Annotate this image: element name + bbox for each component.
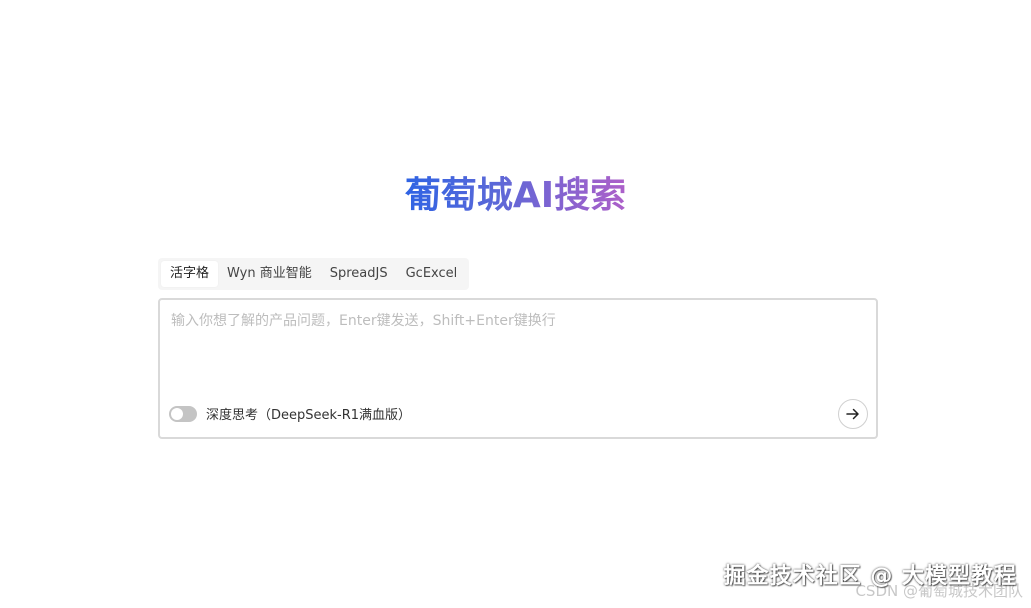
tab-wyn[interactable]: Wyn 商业智能 [218,261,321,287]
arrow-right-icon [846,408,859,420]
juejin-watermark: 掘金技术社区 @ 大模型教程 [723,564,1017,589]
title-container: 葡萄城AI搜索 [0,172,1031,220]
deep-think-option: 深度思考（DeepSeek-R1满血版） [169,404,411,423]
toggle-knob [171,407,183,420]
page-title: 葡萄城AI搜索 [405,172,626,220]
search-input[interactable] [171,310,861,380]
deep-think-toggle[interactable] [169,405,197,422]
product-tabs: 活字格 Wyn 商业智能 SpreadJS GcExcel [158,258,470,290]
send-button[interactable] [838,399,868,429]
tab-spreadjs[interactable]: SpreadJS [321,261,397,287]
search-box: 深度思考（DeepSeek-R1满血版） [158,298,878,439]
deep-think-label: 深度思考（DeepSeek-R1满血版） [206,408,412,423]
tab-huozige[interactable]: 活字格 [161,261,219,287]
tab-gcexcel[interactable]: GcExcel [397,261,467,287]
page: 葡萄城AI搜索 活字格 Wyn 商业智能 SpreadJS GcExcel 深度… [0,0,1031,608]
